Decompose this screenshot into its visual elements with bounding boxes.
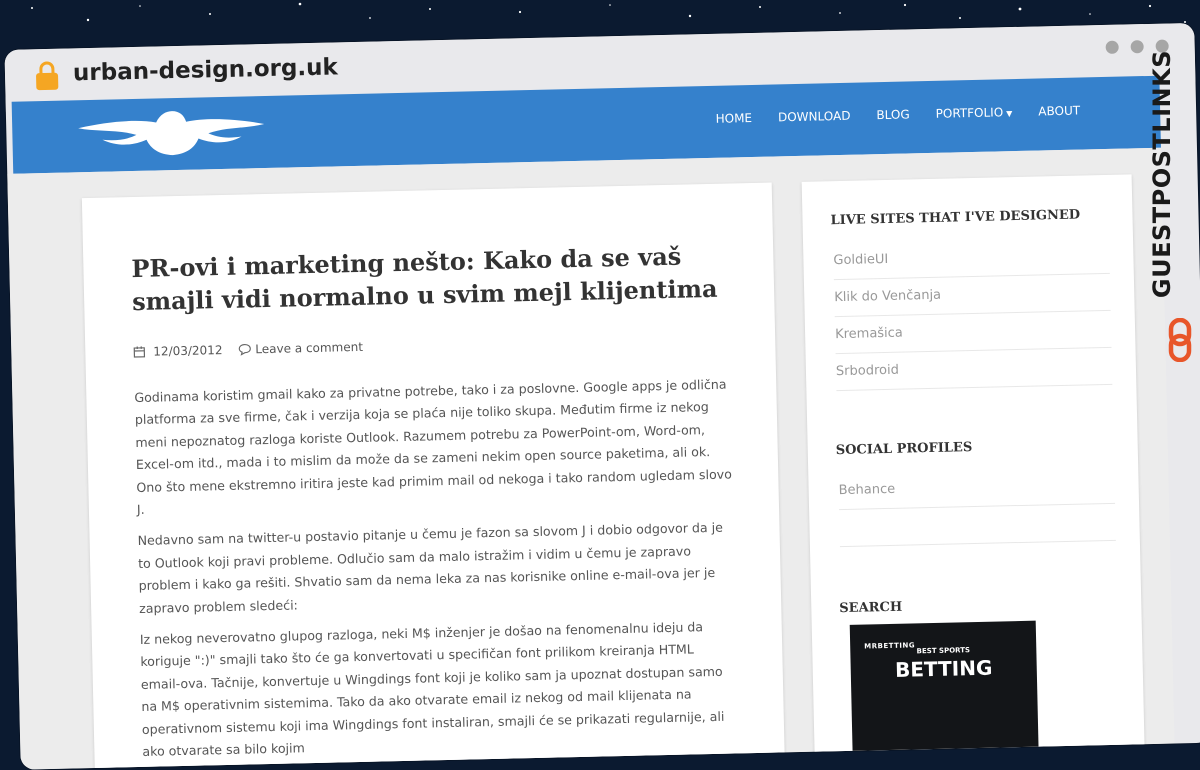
- list-item-link[interactable]: Kremašica: [835, 311, 1112, 354]
- menu-item-portfolio[interactable]: PORTFOLIO▼: [936, 105, 1013, 121]
- chain-link-icon: [1168, 318, 1192, 362]
- guestpostlinks-watermark: GUESTPOSTLINKS: [1142, 50, 1198, 370]
- browser-stage: urban-design.org.uk HOME DOWNLOAD BLOG P…: [0, 3, 1200, 730]
- calendar-icon: [133, 346, 145, 358]
- leave-comment-label: Leave a comment: [255, 340, 363, 356]
- caret-down-icon: ▼: [1006, 109, 1012, 118]
- live-sites-list: GoldieUI Klik do Venčanja Kremašica Srbo…: [833, 237, 1112, 391]
- social-profiles-list: Behance: [838, 467, 1116, 547]
- post-meta: 12/03/2012 Leave a comment: [133, 340, 363, 359]
- widget-title-live-sites: LIVE SITES THAT I'VE DESIGNED: [830, 208, 1080, 229]
- post-paragraph: Nedavno sam na twitter-u postavio pitanj…: [137, 517, 735, 620]
- site-logo[interactable]: [76, 106, 267, 160]
- lock-icon: [35, 61, 60, 92]
- ad-headline: BETTING: [850, 655, 1036, 683]
- menu-item-blog[interactable]: BLOG: [876, 107, 910, 122]
- list-item-link[interactable]: Behance: [838, 467, 1115, 510]
- menu-item-home[interactable]: HOME: [715, 111, 752, 126]
- menu-item-about[interactable]: ABOUT: [1038, 104, 1080, 119]
- page-content: PR-ovi i marketing nešto: Kako da se vaš…: [7, 148, 1174, 770]
- sidebar: LIVE SITES THAT I'VE DESIGNED GoldieUI K…: [802, 174, 1146, 769]
- browser-window: urban-design.org.uk HOME DOWNLOAD BLOG P…: [4, 23, 1200, 770]
- window-dot-icon[interactable]: [1106, 41, 1119, 54]
- list-item-link[interactable]: GoldieUI: [833, 237, 1110, 280]
- list-item-link[interactable]: Srbodroid: [836, 348, 1113, 391]
- comment-icon: [238, 343, 251, 355]
- post-title[interactable]: PR-ovi i marketing nešto: Kako da se vaš…: [131, 239, 722, 318]
- leave-comment-link[interactable]: Leave a comment: [238, 340, 363, 357]
- main-menu: HOME DOWNLOAD BLOG PORTFOLIO▼ ABOUT: [715, 104, 1080, 126]
- widget-title-social: SOCIAL PROFILES: [836, 440, 973, 458]
- blog-post: PR-ovi i marketing nešto: Kako da se vaš…: [82, 183, 785, 770]
- list-item-empty: [839, 504, 1116, 547]
- watermark-text: GUESTPOSTLINKS: [1142, 50, 1182, 310]
- post-body: Godinama koristim gmail kako za privatne…: [134, 374, 739, 770]
- betting-ad-banner[interactable]: MRBETTING BEST SPORTS BETTING: [850, 621, 1040, 770]
- widget-title-search: SEARCH: [839, 600, 902, 616]
- post-paragraph: Iz nekog neverovatno glupog razloga, nek…: [140, 616, 739, 764]
- url-text[interactable]: urban-design.org.uk: [73, 54, 338, 86]
- menu-item-download[interactable]: DOWNLOAD: [778, 109, 851, 125]
- post-date[interactable]: 12/03/2012: [153, 343, 222, 359]
- post-paragraph: Godinama koristim gmail kako za privatne…: [134, 374, 733, 522]
- list-item-link[interactable]: Klik do Venčanja: [834, 274, 1111, 317]
